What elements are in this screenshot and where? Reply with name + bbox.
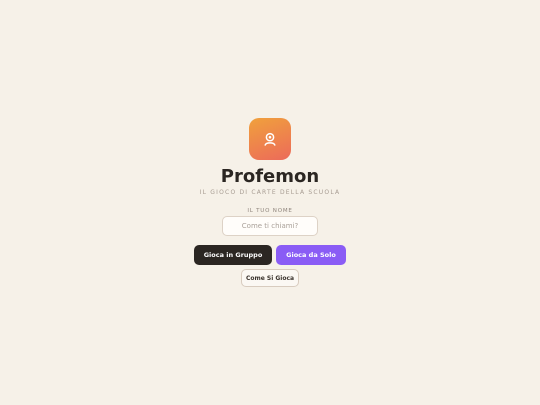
name-field-label: IL TUO NOME xyxy=(247,208,293,214)
how-to-play-button[interactable]: Come Si Gioca xyxy=(241,269,299,287)
play-solo-button[interactable]: Gioca da Solo xyxy=(276,245,346,265)
name-input[interactable] xyxy=(222,216,318,236)
app-title: Profemon xyxy=(220,166,320,187)
app-logo xyxy=(249,118,291,160)
profile-badge-icon xyxy=(264,132,276,146)
app-subtitle: IL GIOCO DI CARTE DELLA SCUOLA xyxy=(199,189,341,196)
login-screen: Profemon IL GIOCO DI CARTE DELLA SCUOLA … xyxy=(0,0,540,405)
play-group-button[interactable]: Gioca in Gruppo xyxy=(194,245,272,265)
